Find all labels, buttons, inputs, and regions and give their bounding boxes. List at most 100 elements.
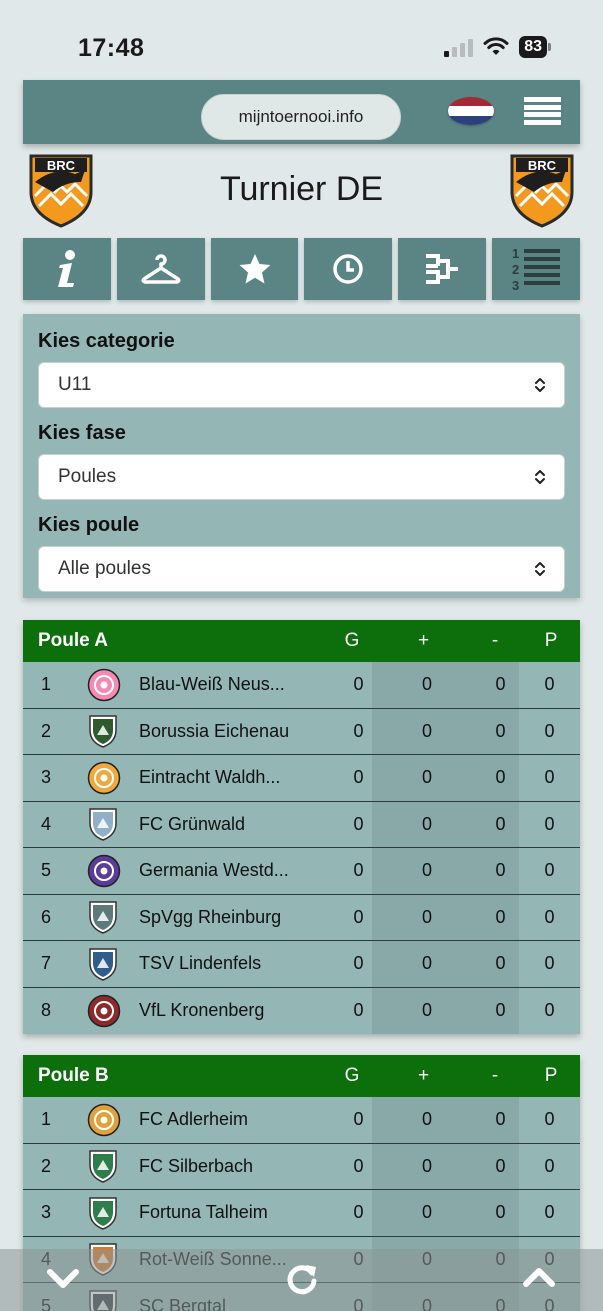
goals-for-value: 0: [421, 1202, 432, 1223]
team-name[interactable]: VfL Kronenberg: [139, 1000, 345, 1021]
goals-against-value: 0: [495, 1109, 506, 1130]
info-icon: [57, 250, 75, 287]
phase-value: Poules: [58, 466, 117, 487]
points-value: 0: [544, 1109, 555, 1130]
team-name[interactable]: SpVgg Rheinburg: [139, 907, 345, 928]
standings-button[interactable]: 1 2 3: [492, 238, 580, 300]
rank: 7: [41, 953, 52, 974]
table-row[interactable]: 2 FC Silberbach 0 0 0 0: [23, 1143, 580, 1190]
col-g: G: [344, 630, 360, 651]
poule-select[interactable]: Alle poules: [38, 546, 565, 592]
goals-against-value: 0: [495, 767, 506, 788]
section-nav: 1 2 3: [23, 238, 580, 300]
goals-against-value: 0: [495, 860, 506, 881]
team-crest-icon: [87, 994, 139, 1028]
points-value: 0: [544, 1155, 555, 1176]
table-row[interactable]: 4 FC Grünwald 0 0 0 0: [23, 801, 580, 848]
games-value: 0: [353, 674, 364, 695]
rank: 4: [41, 813, 52, 834]
goals-against-value: 0: [495, 1155, 506, 1176]
col-p: P: [544, 630, 558, 651]
team-name[interactable]: Borussia Eichenau: [139, 721, 345, 742]
team-crest-icon: [87, 1103, 139, 1137]
select-arrows-icon: [535, 378, 545, 392]
team-name[interactable]: TSV Lindenfels: [139, 953, 345, 974]
table-row[interactable]: 6 SpVgg Rheinburg 0 0 0 0: [23, 894, 580, 941]
clock-icon: [333, 254, 364, 284]
poule-name: Poule B: [38, 1065, 109, 1086]
select-arrows-icon: [535, 562, 545, 576]
select-arrows-icon: [535, 470, 545, 484]
brc-logo-icon: BRC: [510, 154, 574, 228]
goals-against-value: 0: [495, 906, 506, 927]
points-value: 0: [544, 813, 555, 834]
phase-label: Kies fase: [38, 422, 126, 444]
team-name[interactable]: FC Silberbach: [139, 1156, 345, 1177]
cellular-signal-icon: [444, 37, 474, 57]
team-name[interactable]: Germania Westd...: [139, 860, 345, 881]
schedule-button[interactable]: [304, 238, 393, 300]
bracket-button[interactable]: [398, 238, 487, 300]
team-crest-icon: [87, 761, 139, 795]
category-label: Kies categorie: [38, 330, 175, 352]
goals-for-value: 0: [421, 813, 432, 834]
logo-text: BRC: [528, 158, 557, 173]
games-value: 0: [353, 1000, 364, 1021]
battery-level: 83: [519, 36, 547, 58]
games-value: 0: [353, 1202, 364, 1223]
site-url-button[interactable]: mijntoernooi.info: [201, 94, 401, 140]
team-crest-icon: [87, 1195, 139, 1231]
rank: 2: [41, 720, 52, 741]
goals-against-value: 0: [495, 813, 506, 834]
table-row[interactable]: 3 Fortuna Talheim 0 0 0 0: [23, 1190, 580, 1237]
team-crest-icon: [87, 854, 139, 888]
table-row[interactable]: 2 Borussia Eichenau 0 0 0 0: [23, 708, 580, 755]
points-value: 0: [544, 1000, 555, 1021]
table-row[interactable]: 3 Eintracht Waldh... 0 0 0 0: [23, 755, 580, 802]
points-value: 0: [544, 906, 555, 927]
col-p: P: [544, 1065, 558, 1086]
svg-text:1: 1: [512, 246, 519, 261]
team-name[interactable]: FC Adlerheim: [139, 1109, 345, 1130]
team-name[interactable]: Blau-Weiß Neus...: [139, 674, 345, 695]
category-select[interactable]: U11: [38, 362, 565, 408]
goals-for-value: 0: [421, 720, 432, 741]
star-icon: [239, 254, 271, 284]
bottom-toolbar: [0, 1249, 603, 1311]
team-crest-icon: [87, 806, 139, 842]
team-name[interactable]: Fortuna Talheim: [139, 1202, 345, 1223]
refresh-icon[interactable]: [284, 1261, 320, 1297]
col-plus: +: [417, 1065, 430, 1086]
goals-for-value: 0: [421, 860, 432, 881]
table-row[interactable]: 8 VfL Kronenberg 0 0 0 0: [23, 987, 580, 1034]
goals-against-value: 0: [495, 1000, 506, 1021]
team-crest-icon: [87, 713, 139, 749]
status-icons: 83: [444, 36, 551, 58]
table-row[interactable]: 1 FC Adlerheim 0 0 0 0: [23, 1097, 580, 1144]
dutch-flag-icon[interactable]: [448, 97, 494, 125]
rank: 8: [41, 1000, 52, 1021]
favorites-button[interactable]: [210, 238, 299, 300]
team-name[interactable]: FC Grünwald: [139, 814, 345, 835]
goals-for-value: 0: [421, 953, 432, 974]
games-value: 0: [353, 1109, 364, 1130]
team-name[interactable]: Eintracht Waldh...: [139, 767, 345, 788]
team-crest-icon: [87, 668, 139, 702]
info-button[interactable]: [23, 238, 111, 300]
games-value: 0: [353, 1155, 364, 1176]
phase-select[interactable]: Poules: [38, 454, 565, 500]
goals-for-value: 0: [421, 1109, 432, 1130]
table-row[interactable]: 7 TSV Lindenfels 0 0 0 0: [23, 941, 580, 988]
chevron-up-icon[interactable]: [522, 1261, 556, 1295]
table-row[interactable]: 1 Blau-Weiß Neus... 0 0 0 0: [23, 662, 580, 709]
teams-button[interactable]: [116, 238, 205, 300]
table-row[interactable]: 5 Germania Westd... 0 0 0 0: [23, 848, 580, 895]
col-plus: +: [417, 630, 430, 651]
poule-header: Poule B G + - P: [23, 1055, 580, 1097]
col-minus: -: [491, 630, 499, 651]
status-time: 17:48: [78, 34, 145, 62]
chevron-down-icon[interactable]: [46, 1261, 80, 1295]
goals-for-value: 0: [421, 674, 432, 695]
col-g: G: [344, 1065, 360, 1086]
hamburger-menu-icon[interactable]: [524, 97, 561, 125]
